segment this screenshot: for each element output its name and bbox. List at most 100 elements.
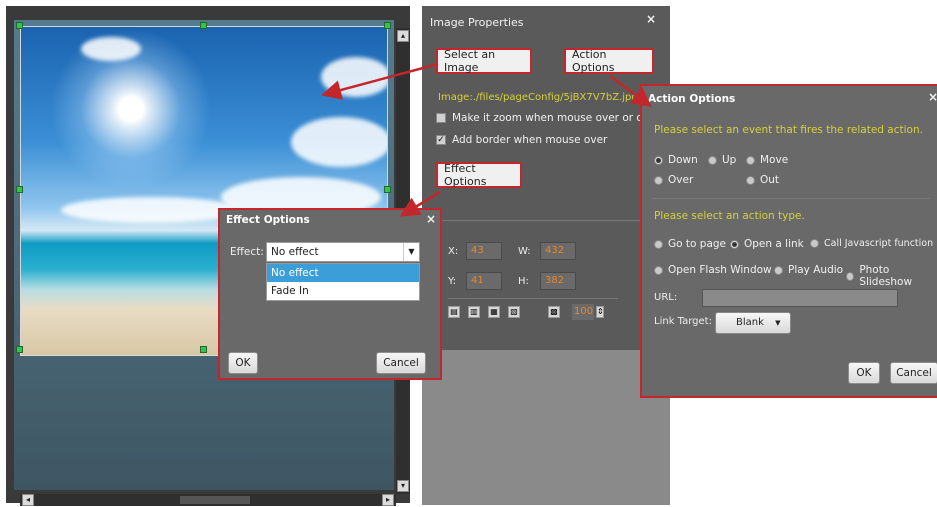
x-input[interactable]: 43 xyxy=(466,242,502,260)
resize-handle-tm[interactable] xyxy=(200,22,207,29)
event-label: Move xyxy=(760,154,789,166)
event-over-radio[interactable]: Over xyxy=(654,174,693,186)
url-label: URL: xyxy=(654,292,678,303)
resize-handle-mr[interactable] xyxy=(384,186,391,193)
y-label: Y: xyxy=(448,276,457,287)
event-label: Over xyxy=(668,174,694,186)
bring-front-icon[interactable]: ▤ xyxy=(448,306,460,318)
effect-select[interactable]: No effect ▼ xyxy=(266,242,420,262)
radio-icon[interactable] xyxy=(708,155,717,165)
h-label: H: xyxy=(518,276,529,287)
horizontal-scrollbar[interactable]: ◂ ▸ xyxy=(20,494,396,506)
radio-icon[interactable] xyxy=(774,265,783,275)
divider xyxy=(652,198,930,199)
event-label: Down xyxy=(668,154,698,166)
send-back-icon[interactable]: ▥ xyxy=(468,306,480,318)
x-label: X: xyxy=(448,246,459,257)
scroll-thumb[interactable] xyxy=(180,496,250,504)
event-up-radio[interactable]: Up xyxy=(708,154,736,166)
y-input[interactable]: 41 xyxy=(466,272,502,290)
chevron-down-icon[interactable]: ▼ xyxy=(403,243,419,261)
action-label: Open a link xyxy=(744,238,804,250)
opacity-stepper-icon[interactable]: ⇕ xyxy=(596,306,604,318)
radio-icon[interactable] xyxy=(746,155,755,165)
effect-dropdown-list: No effect Fade In xyxy=(266,263,420,301)
ok-button[interactable]: OK xyxy=(848,362,880,384)
radio-icon[interactable] xyxy=(846,271,855,281)
radio-icon[interactable] xyxy=(654,175,663,185)
action-label: Open Flash Window xyxy=(668,264,772,276)
action-label: Call Javascript function xyxy=(824,238,934,249)
effect-selected-value: No effect xyxy=(271,246,319,258)
send-backward-icon[interactable]: ▧ xyxy=(508,306,520,318)
action-options-dialog: Action Options × Please select an event … xyxy=(640,84,937,398)
close-icon[interactable]: × xyxy=(646,12,656,26)
event-move-radio[interactable]: Move xyxy=(746,154,788,166)
event-out-radio[interactable]: Out xyxy=(746,174,779,186)
action-label: Photo Slideshow xyxy=(859,264,913,288)
cancel-button[interactable]: Cancel xyxy=(890,362,937,384)
scroll-up-icon[interactable]: ▴ xyxy=(397,30,409,42)
resize-handle-ml[interactable] xyxy=(16,186,23,193)
w-input[interactable]: 432 xyxy=(540,242,576,260)
scroll-down-icon[interactable]: ▾ xyxy=(397,480,409,492)
w-label: W: xyxy=(518,246,531,257)
radio-icon[interactable] xyxy=(810,239,819,248)
image-properties-panel: Image Properties × Select an Image Actio… xyxy=(422,6,670,350)
radio-icon[interactable] xyxy=(654,239,663,249)
select-image-button[interactable]: Select an Image xyxy=(436,48,532,74)
dropdown-option[interactable]: Fade In xyxy=(267,282,419,300)
opacity-input[interactable]: 100 xyxy=(572,304,594,320)
action-label: Go to page xyxy=(668,238,727,250)
action-js-radio[interactable]: Call Javascript function xyxy=(810,238,933,249)
scroll-right-icon[interactable]: ▸ xyxy=(382,494,394,506)
panel-title: Image Properties xyxy=(430,16,524,29)
action-link-radio[interactable]: Open a link xyxy=(730,238,804,250)
resize-handle-bm[interactable] xyxy=(200,346,207,353)
panel-footer xyxy=(422,350,670,505)
action-goto-radio[interactable]: Go to page xyxy=(654,238,726,250)
event-prompt: Please select an event that fires the re… xyxy=(654,124,923,136)
action-slideshow-radio[interactable]: Photo Slideshow xyxy=(846,264,937,288)
radio-icon[interactable] xyxy=(654,265,663,275)
resize-handle-tr[interactable] xyxy=(384,22,391,29)
event-down-radio[interactable]: Down xyxy=(654,154,698,166)
border-checkbox-row[interactable]: ✓ Add border when mouse over xyxy=(436,134,607,146)
radio-icon[interactable] xyxy=(746,175,755,185)
action-prompt: Please select an action type. xyxy=(654,210,805,222)
scroll-left-icon[interactable]: ◂ xyxy=(22,494,34,506)
dropdown-option[interactable]: No effect xyxy=(267,264,419,282)
image-path: Image:./files/pageConfig/5jBX7V7bZ.jpg xyxy=(438,92,638,103)
border-checkbox[interactable]: ✓ xyxy=(436,135,446,145)
event-label: Out xyxy=(760,174,780,186)
action-options-button[interactable]: Action Options xyxy=(564,48,654,74)
close-icon[interactable]: × xyxy=(928,90,937,104)
opacity-icon: ▩ xyxy=(548,306,560,318)
resize-handle-tl[interactable] xyxy=(16,22,23,29)
radio-icon[interactable] xyxy=(654,155,663,165)
zoom-checkbox[interactable] xyxy=(436,113,446,123)
h-input[interactable]: 382 xyxy=(540,272,576,290)
ok-button[interactable]: OK xyxy=(228,352,258,374)
action-flash-radio[interactable]: Open Flash Window xyxy=(654,264,772,276)
close-icon[interactable]: × xyxy=(426,212,436,226)
effect-options-dialog: Effect Options × Effect: No effect ▼ No … xyxy=(218,208,442,380)
bring-forward-icon[interactable]: ▦ xyxy=(488,306,500,318)
effect-label: Effect: xyxy=(230,246,264,258)
zoom-label: Make it zoom when mouse over or out xyxy=(452,112,654,124)
radio-icon[interactable] xyxy=(730,239,739,249)
action-audio-radio[interactable]: Play Audio xyxy=(774,264,843,276)
divider xyxy=(448,298,618,299)
zoom-checkbox-row[interactable]: Make it zoom when mouse over or out xyxy=(436,112,654,124)
action-label: Play Audio xyxy=(788,264,844,276)
dialog-title: Effect Options xyxy=(226,214,310,226)
event-label: Up xyxy=(722,154,737,166)
cancel-button[interactable]: Cancel xyxy=(376,352,426,374)
resize-handle-bl[interactable] xyxy=(16,346,23,353)
effect-options-button[interactable]: Effect Options xyxy=(436,162,522,188)
chevron-down-icon: ▼ xyxy=(775,319,781,327)
link-target-select[interactable]: Blank ▼ xyxy=(715,312,791,334)
link-target-label: Link Target: xyxy=(654,316,712,327)
url-input[interactable] xyxy=(702,289,898,307)
link-target-value: Blank xyxy=(736,317,764,328)
